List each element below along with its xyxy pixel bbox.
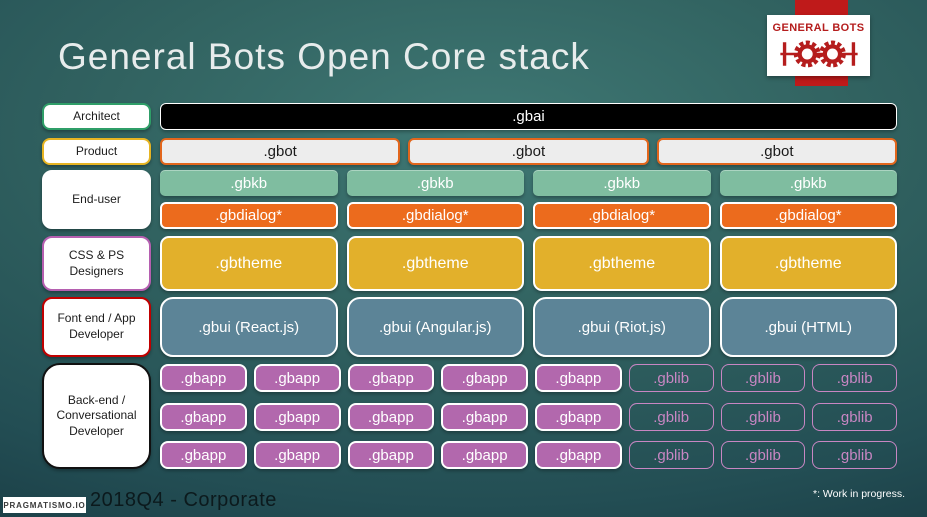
label-architect: Architect xyxy=(42,103,151,130)
gbapp-box: .gbapp xyxy=(347,364,435,392)
gbapp-box: .gbapp xyxy=(441,441,528,469)
gbkb-box: .gbkb xyxy=(719,170,897,196)
gbdialog-box: .gbdialog* xyxy=(533,202,711,229)
label-product: Product xyxy=(42,138,151,165)
gbapp-box: .gbapp xyxy=(160,364,247,392)
label-end-user: End-user xyxy=(42,170,151,229)
gbapp-box: .gbapp xyxy=(535,441,622,469)
gblib-box: .gblib xyxy=(720,364,806,392)
gbapp-box: .gbapp xyxy=(441,364,528,392)
gblib-box: .gblib xyxy=(812,364,897,392)
gbapp-box: .gbapp xyxy=(253,441,341,469)
label-frontend-app-developer: Font end / App Developer xyxy=(42,297,151,357)
row-gbkb: .gbkb .gbkb .gbkb .gbkb xyxy=(160,170,897,196)
row-gbot: .gbot .gbot .gbot xyxy=(160,138,897,165)
row-gbai: .gbai xyxy=(160,103,897,130)
row-gbapp-1: .gbapp .gbapp .gbapp .gbapp .gbapp .gbli… xyxy=(160,364,897,392)
general-bots-logo: GENERAL BOTS xyxy=(767,15,870,76)
gbui-html-box: .gbui (HTML) xyxy=(719,297,897,357)
gbui-riot-box: .gbui (Riot.js) xyxy=(533,297,711,357)
pragmatismo-brand-badge: PRAGMATISMO.IO xyxy=(3,497,86,513)
gbapp-box: .gbapp xyxy=(347,441,435,469)
gbapp-box: .gbapp xyxy=(347,403,435,431)
gbui-angular-box: .gbui (Angular.js) xyxy=(346,297,524,357)
row-gbdialog: .gbdialog* .gbdialog* .gbdialog* .gbdial… xyxy=(160,202,897,229)
row-gbui: .gbui (React.js) .gbui (Angular.js) .gbu… xyxy=(160,297,897,357)
logo-brand-text: GENERAL BOTS xyxy=(772,22,865,34)
work-in-progress-note: *: Work in progress. xyxy=(812,488,905,500)
gbai-box: .gbai xyxy=(160,103,897,130)
label-css-ps-designers: CSS & PS Designers xyxy=(42,236,151,291)
slide-title: General Bots Open Core stack xyxy=(58,36,590,77)
gblib-box: .gblib xyxy=(812,441,897,469)
gbkb-box: .gbkb xyxy=(346,170,524,196)
gears-icon xyxy=(779,40,858,68)
gbdialog-box: .gbdialog* xyxy=(160,202,338,229)
gbtheme-box: .gbtheme xyxy=(160,236,338,291)
gbdialog-box: .gbdialog* xyxy=(346,202,524,229)
row-gbtheme: .gbtheme .gbtheme .gbtheme .gbtheme xyxy=(160,236,897,291)
gblib-box: .gblib xyxy=(628,364,714,392)
gbapp-box: .gbapp xyxy=(253,403,341,431)
gbtheme-box: .gbtheme xyxy=(719,236,897,291)
label-backend-conversational-developer: Back-end / Conversational Developer xyxy=(42,363,151,469)
gblib-box: .gblib xyxy=(720,403,806,431)
gbdialog-box: .gbdialog* xyxy=(719,202,897,229)
row-gbapp-2: .gbapp .gbapp .gbapp .gbapp .gbapp .gbli… xyxy=(160,403,897,431)
gblib-box: .gblib xyxy=(812,403,897,431)
gbot-box: .gbot xyxy=(160,138,401,165)
gblib-box: .gblib xyxy=(628,441,714,469)
gbapp-box: .gbapp xyxy=(535,364,622,392)
gbapp-box: .gbapp xyxy=(253,364,341,392)
gblib-box: .gblib xyxy=(628,403,714,431)
row-gbapp-3: .gbapp .gbapp .gbapp .gbapp .gbapp .gbli… xyxy=(160,441,897,469)
gbtheme-box: .gbtheme xyxy=(533,236,711,291)
gbot-box: .gbot xyxy=(408,138,649,165)
footer-quarter-label: 2018Q4 - Corporate xyxy=(90,489,277,511)
gbtheme-box: .gbtheme xyxy=(346,236,524,291)
gblib-box: .gblib xyxy=(720,441,806,469)
gbapp-box: .gbapp xyxy=(535,403,622,431)
gbapp-box: .gbapp xyxy=(160,403,247,431)
gbkb-box: .gbkb xyxy=(160,170,338,196)
gbot-box: .gbot xyxy=(656,138,897,165)
gbapp-box: .gbapp xyxy=(160,441,247,469)
slide-canvas: General Bots Open Core stack GENERAL BOT… xyxy=(0,0,927,517)
gbkb-box: .gbkb xyxy=(533,170,711,196)
gbapp-box: .gbapp xyxy=(441,403,528,431)
gbui-react-box: .gbui (React.js) xyxy=(160,297,338,357)
